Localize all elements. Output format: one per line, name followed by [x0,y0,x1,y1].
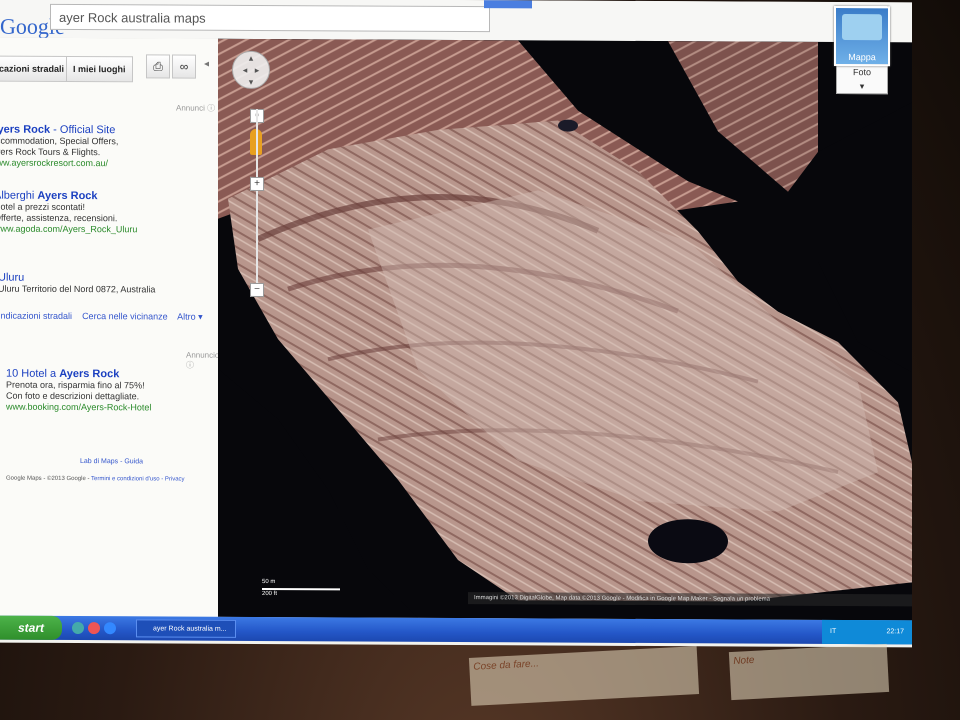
link-icon: ∞ [179,59,189,74]
place-title[interactable]: Uluru [0,272,208,285]
place-nearby-link[interactable]: Cerca nelle vicinanze [82,311,168,321]
world-map-icon [842,14,882,41]
list-item[interactable]: 10 Hotel a Ayers Rock Prenota ora, rispa… [6,368,216,414]
directions-button[interactable]: Indicazioni stradali [0,55,72,82]
search-input[interactable]: ayer Rock australia maps [50,3,490,33]
screen: Google ayer Rock australia maps Indicazi… [0,0,912,648]
link-button[interactable]: ∞ [172,54,196,79]
place-directions-link[interactable]: Indicazioni stradali [0,311,72,321]
place-actions: Indicazioni stradali Cerca nelle vicinan… [0,311,208,323]
results-panel: Indicazioni stradali I miei luoghi ⎙ ∞ ◂… [0,37,219,617]
zoom-in-button[interactable]: + [250,176,264,191]
terms-link[interactable]: Termini e condizioni d'uso - Privacy [91,476,185,482]
result-title[interactable]: Ayers Rock - Official Site [0,124,200,137]
map-type-toggle[interactable]: Mappa [834,5,890,67]
list-item[interactable]: Ayers Rock - Official Site Accommodation… [0,124,200,170]
taskbar-window-button[interactable]: ayer Rock australia m... [136,619,236,638]
start-button[interactable]: start [0,615,62,640]
ads-label: Annunci ⓘ [176,103,216,113]
result-url[interactable]: www.agoda.com/Ayers_Rock_Uluru [0,224,204,236]
photo-layer-button[interactable]: Foto ▾ [836,63,888,95]
zoom-slider[interactable] [256,108,258,289]
satellite-imagery [218,38,912,621]
place-more-link[interactable]: Altro ▾ [177,312,203,322]
result-url[interactable]: www.ayersrockresort.com.au/ [0,158,200,170]
map-attribution[interactable]: Immagini ©2013 DigitalGlobe, Map data ©2… [468,592,912,607]
scale-bar: 50 m 200 ft [262,579,342,601]
result-title[interactable]: Alberghi Ayers Rock [0,190,204,203]
desk-note: Note [728,643,890,701]
taskbar: start ayer Rock australia m... IT 22:17 [0,615,912,645]
place-result[interactable]: Uluru Uluru Territorio del Nord 0872, Au… [0,272,208,323]
language-indicator[interactable]: IT [830,620,836,644]
map-type-label: Mappa [848,52,876,63]
clock: 22:17 [886,628,904,636]
pan-control[interactable]: ▴ ◂ ▸ ▾ [232,50,270,90]
quick-launch-icon[interactable] [72,621,84,635]
search-button[interactable] [484,0,532,9]
footer-links[interactable]: Lab di Maps - Guida [80,458,143,465]
my-places-button[interactable]: I miei luoghi [66,55,133,83]
place-address: Uluru Territorio del Nord 0872, Australi… [0,283,156,295]
zoom-out-button[interactable]: − [250,282,264,297]
list-item[interactable]: Alberghi Ayers Rock Hotel a prezzi scont… [0,190,204,236]
result-url[interactable]: www.booking.com/Ayers-Rock-Hotel [6,402,216,414]
result-title[interactable]: 10 Hotel a Ayers Rock [6,368,216,381]
system-tray: IT 22:17 [822,619,912,645]
footer-copyright: Google Maps - ©2013 Google - Termini e c… [6,475,185,483]
print-button[interactable]: ⎙ [146,54,170,79]
search-header: Google ayer Rock australia maps [0,0,912,44]
quick-launch-icon[interactable] [88,622,100,635]
map-view[interactable]: ▴◂ ▸▾ ▪ + − Foto▾ 50 m 200 ft Immagini ©… [218,38,912,621]
collapse-panel-icon[interactable]: ◂ [204,59,209,70]
printer-icon: ⎙ [153,59,163,74]
quick-launch-icon[interactable] [104,622,116,635]
